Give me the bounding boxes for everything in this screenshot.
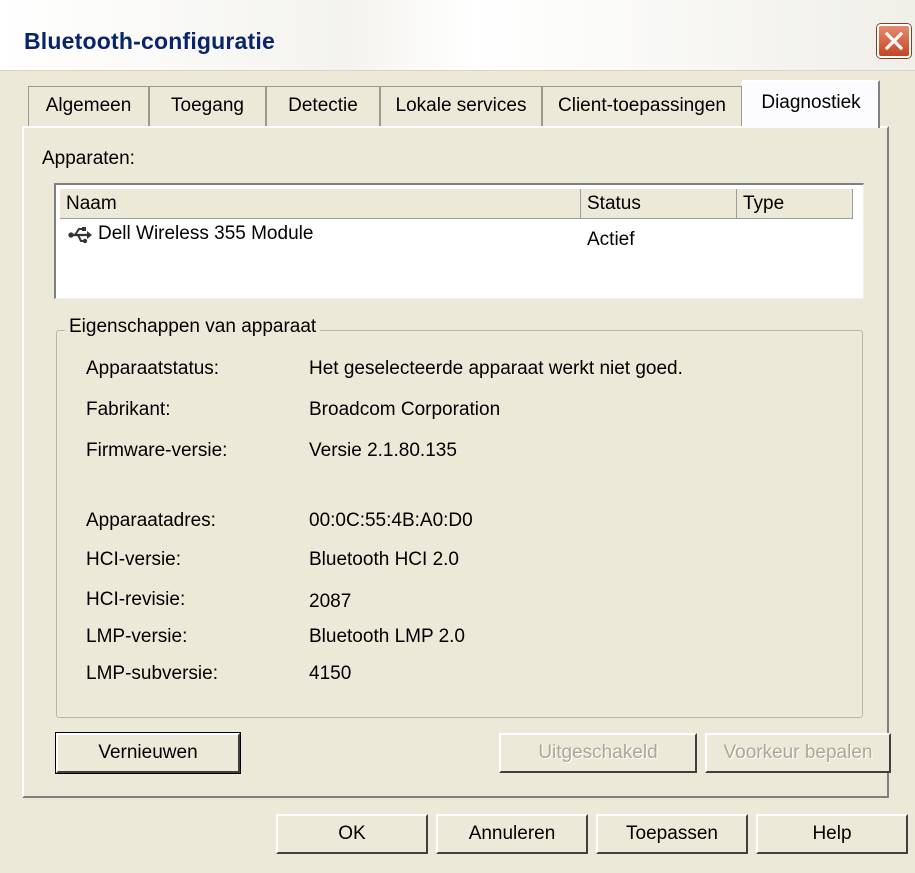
property-label-firmware: Firmware-versie: bbox=[86, 440, 228, 461]
property-value-lmp-version: Bluetooth LMP 2.0 bbox=[309, 626, 465, 647]
property-value-manufacturer: Broadcom Corporation bbox=[309, 399, 501, 420]
property-value-status: Het geselecteerde apparaat werkt niet go… bbox=[309, 358, 683, 379]
column-header-naam[interactable]: Naam bbox=[60, 189, 581, 219]
property-label-address: Apparaatadres: bbox=[86, 510, 216, 531]
title-bar[interactable]: Bluetooth-configuratie bbox=[0, 0, 915, 71]
property-label-lmp-subversion: LMP-subversie: bbox=[86, 663, 218, 684]
device-name: Dell Wireless 355 Module bbox=[98, 223, 314, 244]
device-list[interactable]: Naam Status Type Dell Wireless 355 Modul… bbox=[54, 183, 864, 299]
close-icon bbox=[884, 31, 904, 51]
close-button[interactable] bbox=[877, 24, 911, 58]
apply-button[interactable]: Toepassen bbox=[596, 814, 748, 854]
device-properties-legend: Eigenschappen van apparaat bbox=[65, 316, 321, 338]
tab-diagnostiek[interactable]: Diagnostiek bbox=[742, 80, 880, 128]
usb-icon bbox=[68, 227, 92, 244]
property-value-firmware: Versie 2.1.80.135 bbox=[309, 440, 457, 461]
property-label-hci-version: HCI-versie: bbox=[86, 549, 182, 570]
tab-algemeen[interactable]: Algemeen bbox=[28, 86, 149, 126]
cancel-button[interactable]: Annuleren bbox=[436, 814, 588, 854]
tab-toegang[interactable]: Toegang bbox=[149, 86, 266, 126]
column-header-type[interactable]: Type bbox=[737, 189, 853, 219]
tab-lokale-services[interactable]: Lokale services bbox=[380, 86, 542, 126]
tab-detectie[interactable]: Detectie bbox=[266, 86, 380, 126]
device-status: Actief bbox=[587, 229, 635, 250]
property-label-lmp-version: LMP-versie: bbox=[86, 626, 188, 647]
ok-button[interactable]: OK bbox=[276, 814, 428, 854]
devices-label: Apparaten: bbox=[42, 148, 135, 169]
property-value-hci-version: Bluetooth HCI 2.0 bbox=[309, 549, 459, 570]
property-value-lmp-subversion: 4150 bbox=[309, 663, 352, 684]
tab-client-toepassingen[interactable]: Client-toepassingen bbox=[542, 86, 742, 126]
window-title: Bluetooth-configuratie bbox=[24, 28, 275, 54]
property-value-hci-revision: 2087 bbox=[309, 591, 352, 612]
help-button[interactable]: Help bbox=[756, 814, 908, 854]
property-label-status: Apparaatstatus: bbox=[86, 358, 220, 379]
property-label-manufacturer: Fabrikant: bbox=[86, 399, 171, 420]
column-header-status[interactable]: Status bbox=[581, 189, 737, 219]
device-row[interactable]: Dell Wireless 355 Module Actief bbox=[60, 221, 850, 251]
property-label-hci-revision: HCI-revisie: bbox=[86, 589, 186, 610]
property-value-address: 00:0C:55:4B:A0:D0 bbox=[309, 510, 473, 531]
set-preferred-button[interactable]: Voorkeur bepalen bbox=[705, 733, 891, 773]
disable-button[interactable]: Uitgeschakeld bbox=[499, 733, 697, 773]
refresh-button[interactable]: Vernieuwen bbox=[56, 733, 240, 773]
